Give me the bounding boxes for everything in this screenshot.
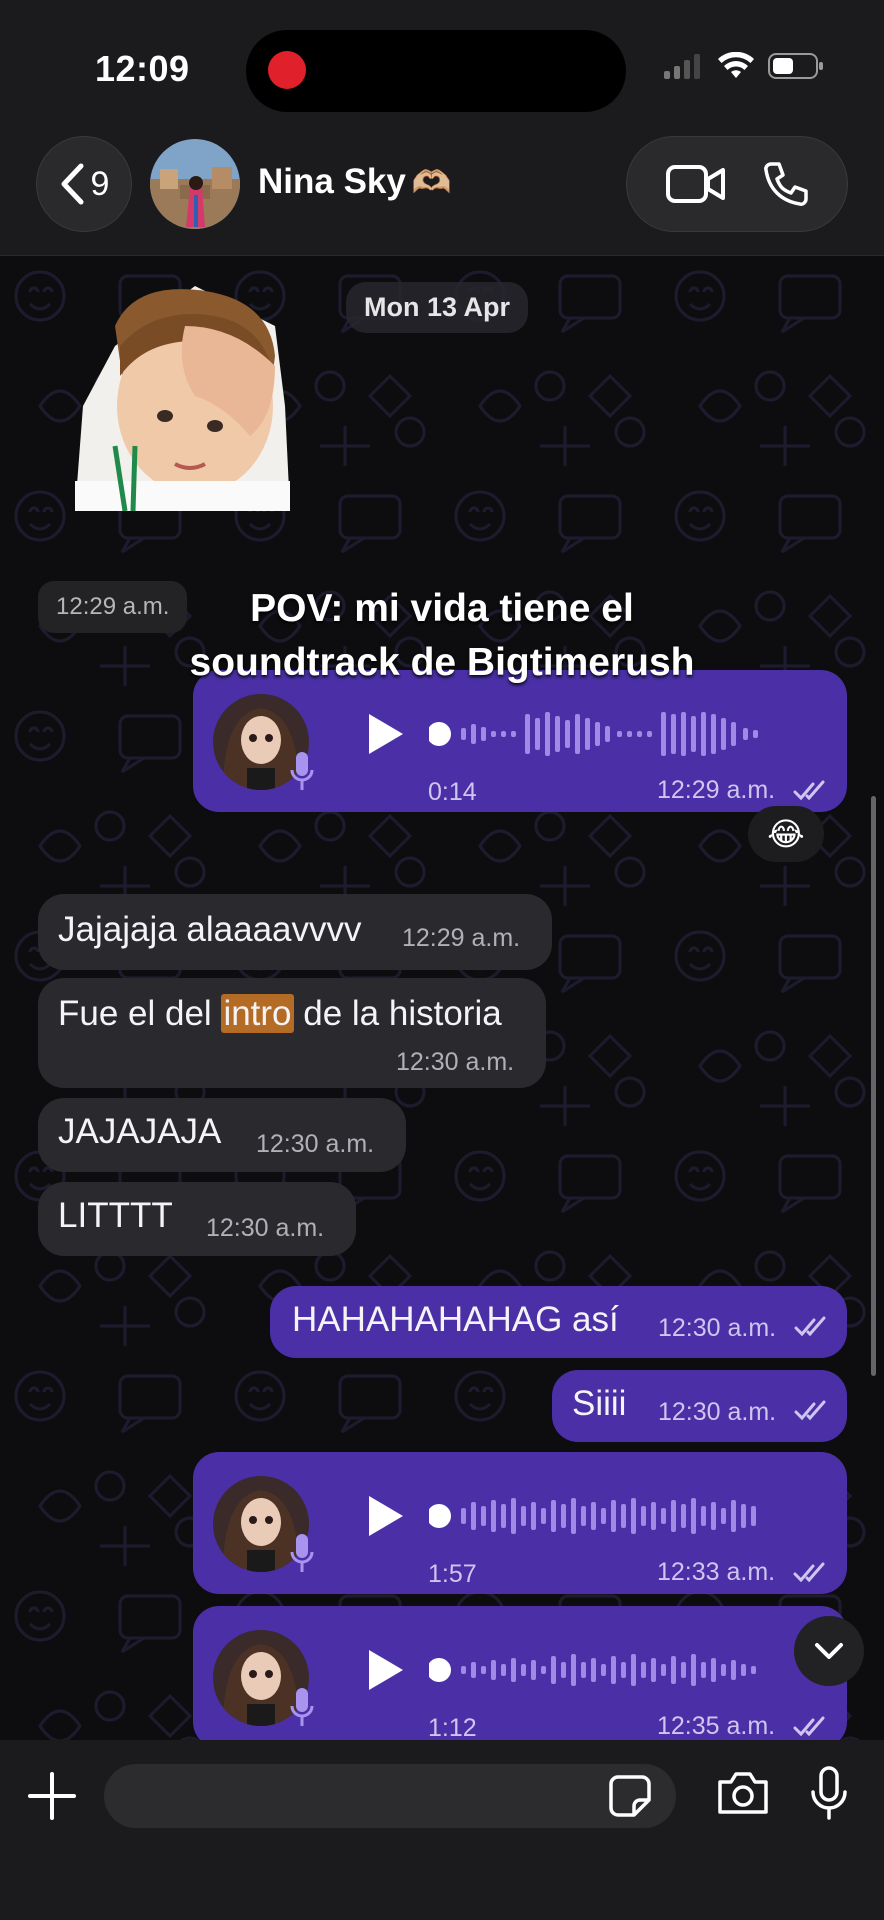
message-text: HAHAHAHAHAG así (292, 1300, 619, 1339)
caption-line-2: soundtrack de Bigtimerush (189, 641, 695, 684)
voice-message[interactable]: 1:12 12:35 a.m. (193, 1606, 847, 1740)
double-check-icon (793, 1716, 825, 1737)
outgoing-message[interactable]: Siiii 12:30 a.m. (552, 1370, 847, 1442)
contact-avatar[interactable] (150, 139, 240, 229)
message-text: LITTTT (58, 1196, 173, 1235)
message-time: 12:30 a.m. (396, 1048, 515, 1076)
message-text: Siiii (572, 1384, 627, 1423)
message-input[interactable] (104, 1764, 676, 1828)
incoming-message[interactable]: Jajajaja alaaaavvvv 12:29 a.m. (38, 894, 552, 970)
waveform[interactable] (429, 1488, 819, 1544)
play-icon[interactable] (365, 712, 405, 756)
chat-header: 9 Nina Sky 🫶🏼 (0, 130, 884, 256)
double-check-icon (794, 1316, 826, 1337)
message-text-part: Fue el del (58, 994, 222, 1033)
status-icons (664, 52, 824, 80)
sticker-image[interactable] (75, 286, 290, 511)
voice-message[interactable]: 1:57 12:33 a.m. (193, 1452, 847, 1594)
chat-area[interactable]: Mon 13 Apr 12:29 a.m. POV: mi vida tiene… (0, 256, 884, 1740)
message-time: 12:29 a.m. (402, 924, 521, 952)
battery-icon (768, 53, 823, 79)
chevron-down-icon (815, 1643, 843, 1659)
voice-duration: 1:12 (428, 1714, 477, 1740)
date-separator: Mon 13 Apr (346, 282, 529, 333)
double-check-icon (794, 1400, 826, 1421)
waveform[interactable] (429, 1642, 819, 1698)
phone-icon[interactable] (763, 161, 809, 207)
message-text: JAJAJAJA (58, 1112, 222, 1151)
plus-icon[interactable] (26, 1770, 78, 1822)
message-reaction[interactable]: 😂 (748, 806, 824, 862)
contact-name[interactable]: Nina Sky 🫶🏼 (258, 162, 452, 202)
video-call-icon[interactable] (665, 164, 726, 204)
scroll-to-bottom-button[interactable] (794, 1616, 864, 1686)
message-time: 12:33 a.m. (657, 1558, 776, 1586)
camera-icon[interactable] (716, 1770, 770, 1816)
mic-icon[interactable] (810, 1766, 848, 1820)
video-caption-overlay: POV: mi vida tiene el soundtrack de Bigt… (0, 582, 884, 690)
message-time: 12:30 a.m. (658, 1314, 777, 1342)
voice-message[interactable]: 0:14 12:29 a.m. (193, 670, 847, 812)
voice-duration: 0:14 (428, 778, 477, 806)
recording-indicator-icon (268, 51, 306, 89)
play-icon[interactable] (365, 1494, 405, 1538)
incoming-message[interactable]: LITTTT 12:30 a.m. (38, 1182, 356, 1256)
mic-icon (290, 752, 314, 790)
back-chevron-icon (61, 163, 84, 205)
message-time: 12:30 a.m. (256, 1130, 375, 1158)
incoming-message[interactable]: JAJAJAJA 12:30 a.m. (38, 1098, 406, 1172)
sticker-icon[interactable] (608, 1774, 652, 1818)
message-text: Fue el del intro de la historia (58, 994, 502, 1034)
message-time: 12:30 a.m. (206, 1214, 325, 1242)
wifi-icon (718, 52, 754, 78)
message-text-part: de la historia (293, 994, 502, 1033)
message-composer (0, 1740, 884, 1920)
waveform[interactable] (429, 706, 819, 762)
caption-line-1: POV: mi vida tiene el (250, 587, 634, 630)
unread-count: 9 (90, 164, 110, 203)
contact-name-emoji: 🫶🏼 (411, 164, 452, 200)
double-check-icon (793, 1562, 825, 1583)
double-check-icon (793, 780, 825, 801)
message-time: 12:35 a.m. (657, 1712, 776, 1740)
mic-icon (290, 1534, 314, 1572)
message-time: 12:29 a.m. (657, 776, 776, 804)
mic-icon (290, 1688, 314, 1726)
message-text: Jajajaja alaaaavvvv (58, 910, 362, 949)
search-highlight: intro (221, 994, 294, 1033)
status-bar: 12:09 (0, 0, 884, 130)
back-button[interactable]: 9 (36, 136, 132, 232)
signal-icon (664, 54, 700, 79)
status-time: 12:09 (95, 48, 190, 89)
contact-name-text: Nina Sky (258, 162, 406, 201)
scrollbar[interactable] (871, 796, 876, 1376)
outgoing-message[interactable]: HAHAHAHAHAG así 12:30 a.m. (270, 1286, 847, 1358)
dynamic-island (246, 30, 626, 112)
incoming-message[interactable]: Fue el del intro de la historia 12:30 a.… (38, 978, 546, 1088)
message-time: 12:30 a.m. (658, 1398, 777, 1426)
call-actions (626, 136, 848, 232)
voice-duration: 1:57 (428, 1560, 477, 1588)
play-icon[interactable] (365, 1648, 405, 1692)
